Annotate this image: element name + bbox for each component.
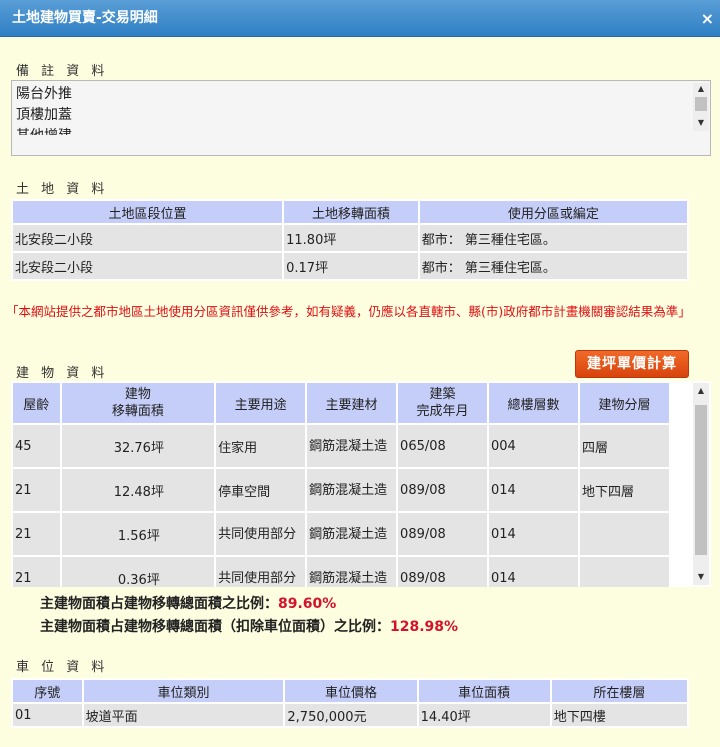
notes-box: 陽台外推 頂樓加蓋 其他增建 ▲ ▼	[11, 80, 711, 156]
bldg-cell: 住家用	[216, 425, 306, 467]
bldg-cell: 089/08	[398, 557, 488, 587]
land-cell: 0.17坪	[284, 253, 418, 279]
ratio-value: 89.60%	[278, 596, 337, 612]
ratio-label: 主建物面積占建物移轉總面積之比例：	[40, 596, 278, 612]
table-row: 45 32.76坪 住家用 鋼筋混凝土造 065/08 004 四層	[13, 425, 669, 467]
land-header-zoning: 使用分區或編定	[419, 201, 687, 223]
bldg-cell: 21	[13, 557, 60, 587]
bldg-header-completed: 建築 完成年月	[398, 383, 488, 423]
close-icon[interactable]: ×	[701, 0, 714, 37]
parking-cell: 01	[13, 704, 82, 726]
parking-cell: 2,750,000元	[285, 704, 417, 726]
scroll-up-icon[interactable]: ▲	[693, 385, 709, 397]
building-table-viewport: 屋齡 建物 移轉面積 主要用途 主要建材 建築 完成年月 總樓層數 建物分層 4…	[11, 381, 711, 587]
parking-header-price: 車位價格	[285, 680, 417, 702]
parking-cell: 坡道平面	[83, 704, 284, 726]
bldg-cell: 21	[13, 469, 60, 511]
bldg-cell: 45	[13, 425, 60, 467]
bldg-cell: 地下四層	[579, 469, 669, 511]
table-row: 北安段二小段 11.80坪 都市： 第三種住宅區。	[13, 225, 687, 251]
zoning-disclaimer: 「本網站提供之都市地區土地使用分區資訊僅供參考，如有疑義，仍應以各直轄市、縣(市…	[6, 304, 691, 319]
table-row: 21 1.56坪 共同使用部分 鋼筋混凝土造 089/08 014	[13, 513, 669, 555]
ratio-value: 128.98%	[390, 619, 459, 635]
bldg-cell: 鋼筋混凝土造	[307, 513, 397, 555]
bldg-cell: 共同使用部分	[216, 557, 306, 587]
calc-unit-price-button[interactable]: 建坪單價計算	[575, 350, 689, 378]
ratio-label: 主建物面積占建物移轉總面積（扣除車位面積）之比例：	[40, 619, 390, 635]
bldg-cell: 停車空間	[216, 469, 306, 511]
land-header-location: 土地區段位置	[13, 201, 283, 223]
bldg-header-use: 主要用途	[216, 383, 306, 423]
bldg-cell: 32.76坪	[61, 425, 215, 467]
land-cell: 11.80坪	[284, 225, 418, 251]
bldg-cell: 0.36坪	[61, 557, 215, 587]
land-section-title: 土 地 資 料	[16, 182, 109, 197]
scroll-thumb[interactable]	[695, 405, 707, 555]
window-titlebar: 土地建物買賣-交易明細 ×	[0, 0, 720, 37]
notes-section-title: 備 註 資 料	[16, 64, 109, 79]
bldg-cell: 四層	[579, 425, 669, 467]
building-table: 屋齡 建物 移轉面積 主要用途 主要建材 建築 完成年月 總樓層數 建物分層 4…	[11, 381, 671, 587]
scroll-down-icon[interactable]: ▼	[693, 571, 709, 583]
parking-cell: 地下四樓	[551, 704, 687, 726]
note-line-3: 其他增建	[16, 125, 72, 135]
bldg-cell: 004	[489, 425, 578, 467]
scroll-down-icon[interactable]: ▼	[693, 117, 709, 129]
bldg-cell: 065/08	[398, 425, 488, 467]
parking-header-area: 車位面積	[418, 680, 550, 702]
scroll-thumb[interactable]	[695, 97, 707, 111]
land-cell: 北安段二小段	[13, 225, 283, 251]
notes-scrollbar[interactable]: ▲ ▼	[693, 83, 709, 131]
bldg-cell: 089/08	[398, 469, 488, 511]
parking-header-type: 車位類別	[83, 680, 284, 702]
bldg-header-level: 建物分層	[579, 383, 669, 423]
bldg-cell: 鋼筋混凝土造	[307, 469, 397, 511]
building-scrollbar[interactable]: ▲ ▼	[693, 383, 709, 585]
bldg-cell: 014	[489, 557, 578, 587]
bldg-header-age: 屋齡	[13, 383, 60, 423]
parking-section-title: 車 位 資 料	[16, 660, 109, 675]
bldg-cell: 共同使用部分	[216, 513, 306, 555]
note-line-1: 陽台外推	[16, 86, 72, 102]
bldg-header-area: 建物 移轉面積	[61, 383, 215, 423]
bldg-header-floors: 總樓層數	[489, 383, 578, 423]
main-building-ratio: 主建物面積占建物移轉總面積之比例：89.60%	[40, 593, 336, 613]
bldg-cell: 014	[489, 469, 578, 511]
scroll-up-icon[interactable]: ▲	[693, 83, 709, 95]
land-cell: 都市： 第三種住宅區。	[419, 253, 687, 279]
bldg-cell	[579, 513, 669, 555]
bldg-cell: 014	[489, 513, 578, 555]
land-table: 土地區段位置 土地移轉面積 使用分區或編定 北安段二小段 11.80坪 都市： …	[11, 199, 689, 281]
table-row: 21 12.48坪 停車空間 鋼筋混凝土造 089/08 014 地下四層	[13, 469, 669, 511]
land-header-area: 土地移轉面積	[284, 201, 418, 223]
bldg-cell: 鋼筋混凝土造	[307, 425, 397, 467]
parking-cell: 14.40坪	[418, 704, 550, 726]
parking-header-no: 序號	[13, 680, 82, 702]
bldg-header-material: 主要建材	[307, 383, 397, 423]
parking-header-floor: 所在樓層	[551, 680, 687, 702]
parking-table: 序號 車位類別 車位價格 車位面積 所在樓層 01 坡道平面 2,750,000…	[11, 678, 689, 728]
note-line-2: 頂樓加蓋	[16, 107, 72, 123]
bldg-cell: 12.48坪	[61, 469, 215, 511]
bldg-cell: 鋼筋混凝土造	[307, 557, 397, 587]
bldg-cell: 21	[13, 513, 60, 555]
bldg-cell: 089/08	[398, 513, 488, 555]
table-row: 21 0.36坪 共同使用部分 鋼筋混凝土造 089/08 014	[13, 557, 669, 587]
building-section-title: 建 物 資 料	[16, 366, 109, 381]
table-row: 北安段二小段 0.17坪 都市： 第三種住宅區。	[13, 253, 687, 279]
table-row: 01 坡道平面 2,750,000元 14.40坪 地下四樓	[13, 704, 687, 726]
main-building-ratio-excl-parking: 主建物面積占建物移轉總面積（扣除車位面積）之比例：128.98%	[40, 616, 458, 636]
land-cell: 都市： 第三種住宅區。	[419, 225, 687, 251]
window-title: 土地建物買賣-交易明細	[12, 10, 158, 26]
land-cell: 北安段二小段	[13, 253, 283, 279]
bldg-cell	[579, 557, 669, 587]
bldg-cell: 1.56坪	[61, 513, 215, 555]
